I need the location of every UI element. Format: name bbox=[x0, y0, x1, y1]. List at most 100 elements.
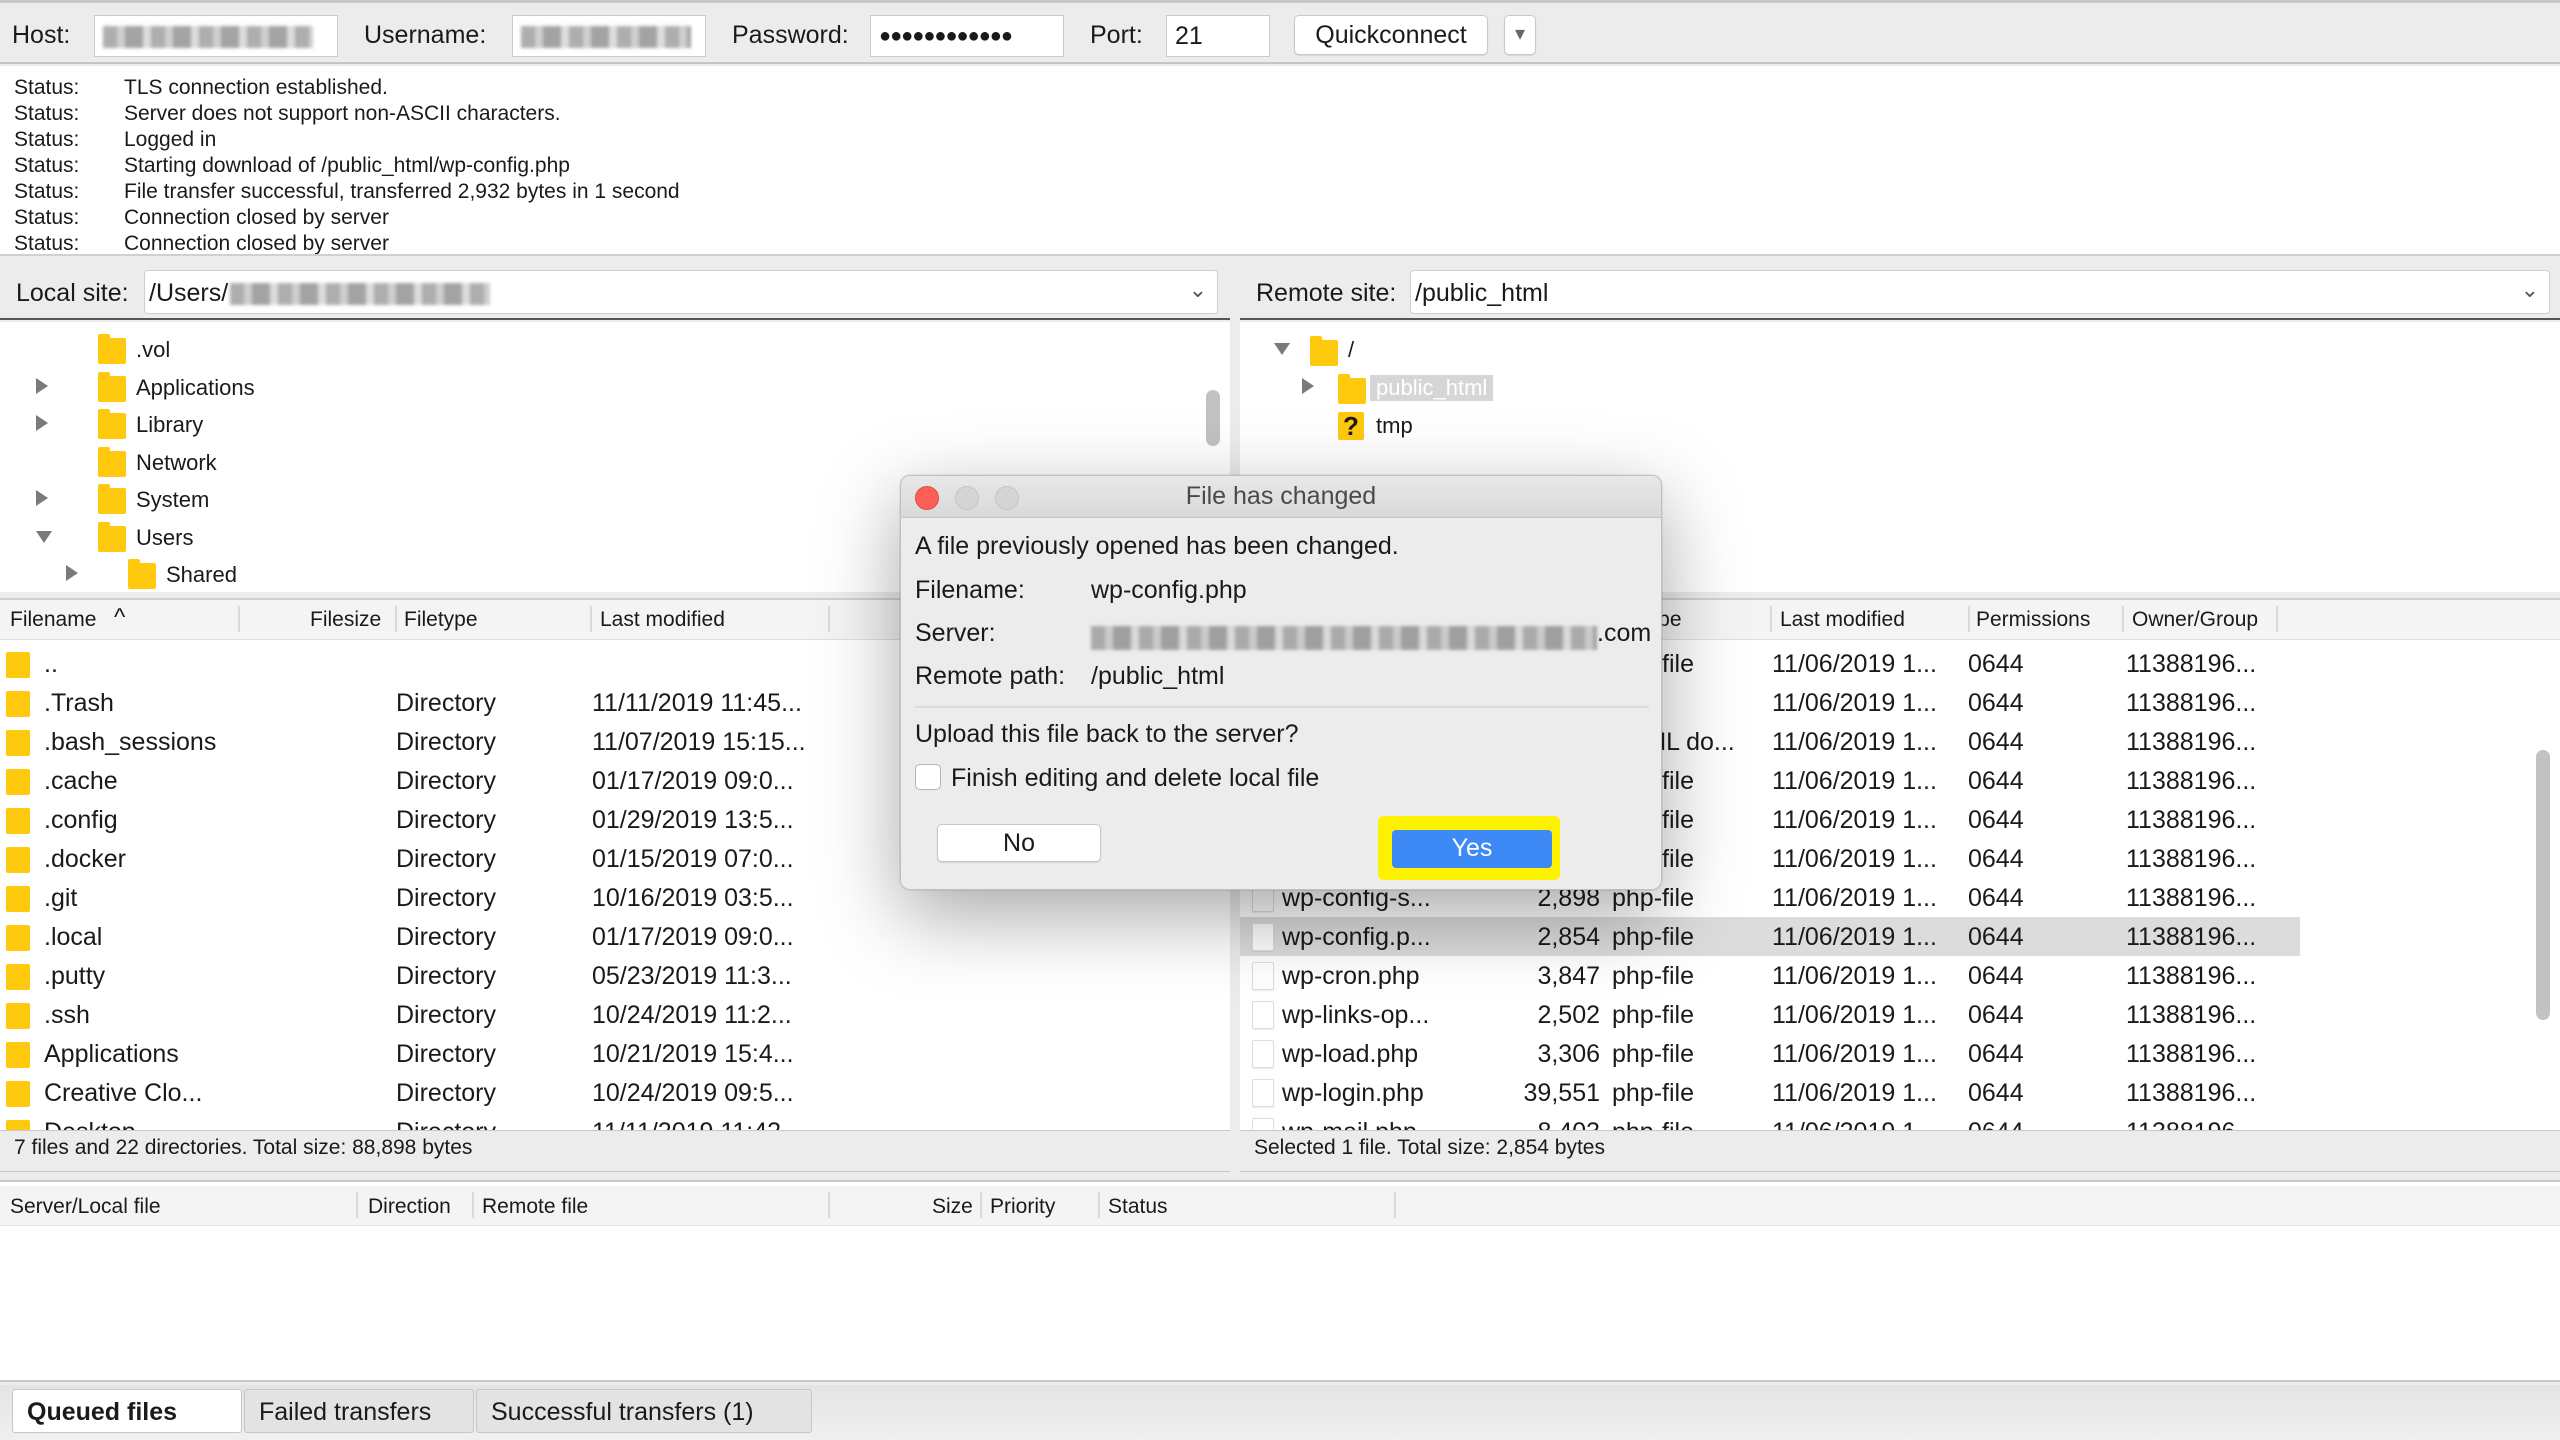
log-status-key: Status: bbox=[14, 180, 80, 203]
column-remote-file[interactable]: Remote file bbox=[482, 1195, 588, 1219]
quickconnect-dropdown-button[interactable]: ▾ bbox=[1504, 15, 1536, 55]
local-site-label: Local site: bbox=[16, 279, 129, 307]
expanded-triangle-icon[interactable] bbox=[36, 530, 52, 543]
file-name: .cache bbox=[44, 767, 118, 795]
remote-list-scrollbar[interactable] bbox=[2536, 750, 2550, 1020]
close-window-icon[interactable] bbox=[915, 486, 939, 510]
yes-button[interactable]: Yes bbox=[1392, 830, 1552, 868]
column-last-modified[interactable]: Last modified bbox=[600, 608, 725, 632]
file-name: .Trash bbox=[44, 689, 114, 717]
chevron-down-icon[interactable]: ⌄ bbox=[2521, 277, 2539, 303]
file-last-modified: 11/06/2019 1... bbox=[1772, 767, 1937, 795]
file-row[interactable]: wp-login.php 39,551 php-file 11/06/2019 1..… bbox=[1240, 1073, 2300, 1112]
chevron-down-icon[interactable]: ⌄ bbox=[1189, 277, 1207, 303]
port-input[interactable]: 21 bbox=[1166, 15, 1270, 57]
expanded-triangle-icon[interactable] bbox=[1274, 343, 1290, 355]
column-last-modified[interactable]: Last modified bbox=[1780, 608, 1905, 632]
tree-item[interactable]: public_html bbox=[1302, 372, 1702, 408]
file-last-modified: 11/06/2019 1... bbox=[1772, 1001, 1937, 1029]
remote-site-path-combo[interactable]: /public_html ⌄ bbox=[1410, 270, 2550, 314]
file-row[interactable]: .ssh Directory 10/24/2019 11:2... bbox=[0, 995, 1230, 1034]
finish-editing-checkbox[interactable] bbox=[915, 764, 941, 790]
local-tree-scrollbar[interactable] bbox=[1206, 390, 1220, 446]
filename-label: Filename: bbox=[915, 576, 1025, 604]
file-last-modified: 10/24/2019 09:5... bbox=[592, 1079, 794, 1107]
file-row[interactable]: Applications Directory 10/21/2019 15:4... bbox=[0, 1034, 1230, 1073]
username-label: Username: bbox=[364, 21, 487, 49]
file-size: 2,854 bbox=[1537, 923, 1600, 951]
column-permissions[interactable]: Permissions bbox=[1976, 608, 2090, 632]
column-filesize[interactable]: Filesize bbox=[310, 608, 381, 632]
column-server-local-file[interactable]: Server/Local file bbox=[10, 1195, 161, 1219]
file-row[interactable]: wp-links-op... 2,502 php-file 11/06/2019 1.… bbox=[1240, 995, 2300, 1034]
file-type: Directory bbox=[396, 962, 497, 990]
file-row[interactable]: wp-cron.php 3,847 php-file 11/06/2019 1... 0… bbox=[1240, 956, 2300, 995]
unknown-folder-icon: ? bbox=[1338, 412, 1364, 440]
file-row[interactable]: wp-mail.php 8,403 php-file 11/06/2019 1... 0… bbox=[1240, 1112, 2300, 1130]
column-size[interactable]: Size bbox=[932, 1195, 973, 1219]
file-last-modified: 11/06/2019 1... bbox=[1772, 845, 1937, 873]
file-last-modified: 01/29/2019 13:5... bbox=[592, 806, 794, 834]
collapsed-triangle-icon[interactable] bbox=[36, 415, 48, 431]
tree-item[interactable]: Users bbox=[36, 521, 562, 558]
file-permissions: 0644 bbox=[1968, 845, 2024, 873]
password-input[interactable]: ●●●●●●●●●●●● bbox=[870, 15, 1064, 57]
collapsed-triangle-icon[interactable] bbox=[36, 490, 48, 506]
dialog-titlebar[interactable]: File has changed bbox=[901, 476, 1661, 518]
file-row[interactable]: Creative Clo... Directory 10/24/2019 09:5.… bbox=[0, 1073, 1230, 1112]
quickconnect-button[interactable]: Quickconnect bbox=[1294, 15, 1488, 55]
tree-item[interactable]: Applications bbox=[36, 371, 562, 408]
file-row[interactable]: .putty Directory 05/23/2019 11:3... bbox=[0, 956, 1230, 995]
tree-item[interactable]: .vol bbox=[62, 334, 562, 370]
remote-path-label: Remote path: bbox=[915, 662, 1066, 690]
tree-item[interactable]: Shared bbox=[66, 559, 592, 592]
file-last-modified: 01/17/2019 09:0... bbox=[592, 923, 794, 951]
column-priority[interactable]: Priority bbox=[990, 1195, 1055, 1219]
tree-item[interactable]: Network bbox=[62, 446, 562, 483]
tree-item[interactable]: System bbox=[36, 484, 562, 520]
local-status-bar: 7 files and 22 directories. Total size: … bbox=[0, 1130, 1230, 1172]
php-file-icon bbox=[1252, 1079, 1274, 1107]
message-log[interactable]: Status: TLS connection established. Status… bbox=[0, 66, 2560, 256]
file-row[interactable]: wp-load.php 3,306 php-file 11/06/2019 1... 0… bbox=[1240, 1034, 2300, 1073]
tab-failed-transfers[interactable]: Failed transfers bbox=[244, 1389, 474, 1433]
file-type: Directory bbox=[396, 689, 497, 717]
tree-item[interactable]: ? tmp bbox=[1302, 410, 1702, 446]
file-row[interactable]: .local Directory 01/17/2019 09:0... bbox=[0, 917, 1230, 956]
local-site-path-combo[interactable]: /Users/ ⌄ bbox=[144, 270, 1218, 314]
file-type: Directory bbox=[396, 1001, 497, 1029]
no-button[interactable]: No bbox=[937, 824, 1101, 862]
column-status[interactable]: Status bbox=[1108, 1195, 1168, 1219]
file-size: 2,502 bbox=[1537, 1001, 1600, 1029]
tree-item[interactable]: Library bbox=[36, 409, 562, 445]
php-file-icon bbox=[1252, 923, 1274, 951]
folder-icon bbox=[98, 371, 126, 402]
collapsed-triangle-icon[interactable] bbox=[36, 377, 48, 394]
file-row[interactable]: Desktop Directory 11/11/2019 11:42... bbox=[0, 1112, 1230, 1130]
tab-successful-transfers[interactable]: Successful transfers (1) bbox=[476, 1389, 812, 1433]
file-size: 3,306 bbox=[1537, 1040, 1600, 1068]
column-filetype[interactable]: Filetype bbox=[404, 608, 478, 632]
tab-queued-files[interactable]: Queued files bbox=[12, 1389, 242, 1433]
tree-item[interactable]: / bbox=[1274, 334, 1674, 370]
file-owner-group: 11388196... bbox=[2126, 923, 2257, 951]
collapsed-triangle-icon[interactable] bbox=[1302, 378, 1314, 394]
file-last-modified: 01/17/2019 09:0... bbox=[592, 767, 794, 795]
username-input[interactable] bbox=[512, 15, 706, 57]
file-row[interactable]: wp-config.p... 2,854 php-file 11/06/2019 1.… bbox=[1240, 917, 2300, 956]
host-input[interactable] bbox=[94, 15, 338, 57]
finish-editing-label[interactable]: Finish editing and delete local file bbox=[951, 764, 1319, 793]
log-status-key: Status: bbox=[14, 206, 80, 229]
transfer-queue[interactable]: Server/Local file Direction Remote file … bbox=[0, 1180, 2560, 1382]
file-name: wp-mail.php bbox=[1282, 1118, 1417, 1130]
log-message: Connection closed by server bbox=[124, 206, 389, 229]
column-filename[interactable]: Filename bbox=[10, 608, 96, 632]
column-direction[interactable]: Direction bbox=[368, 1195, 451, 1219]
file-type: php-file bbox=[1612, 1079, 1694, 1107]
column-owner-group[interactable]: Owner/Group bbox=[2132, 608, 2258, 632]
file-owner-group: 11388196... bbox=[2126, 845, 2257, 873]
file-last-modified: 11/06/2019 1... bbox=[1772, 806, 1937, 834]
collapsed-triangle-icon[interactable] bbox=[66, 565, 78, 581]
log-entry: Status: Connection closed by server bbox=[14, 206, 1414, 232]
file-type: php-file bbox=[1612, 1040, 1694, 1068]
